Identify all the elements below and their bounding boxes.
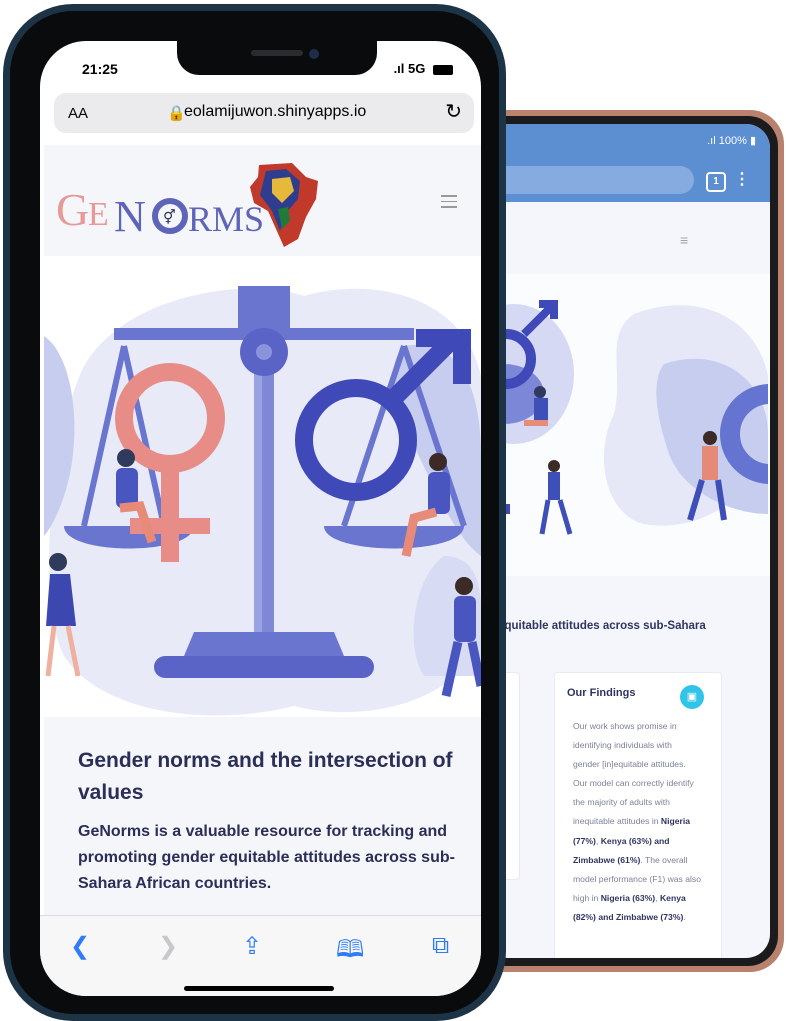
battery-icon	[433, 64, 453, 75]
genorms-logo[interactable]: G E N ⚥ RMS	[54, 159, 324, 249]
hero-illustration	[44, 256, 481, 716]
home-indicator	[184, 986, 334, 991]
android-tab-count[interactable]: 1	[706, 172, 726, 192]
findings-perf-zimbabwe: Zimbabwe (73%)	[616, 911, 684, 922]
findings-and: and	[654, 835, 670, 846]
iphone-notch	[177, 41, 377, 75]
speaker	[251, 50, 303, 56]
text-size-button[interactable]: AA	[68, 105, 88, 122]
findings-body: Our work shows promise in identifying in…	[573, 721, 701, 922]
site-header: G E N ⚥ RMS	[44, 145, 481, 256]
network-label: 5G	[408, 61, 426, 76]
android-status-bar: .ıl 100% ▮	[484, 124, 770, 158]
android-menu-icon[interactable]: ≡	[680, 232, 694, 248]
findings-perf-nigeria: Nigeria (63%)	[600, 892, 656, 903]
svg-text:G: G	[56, 184, 89, 235]
findings-chart-icon: ▣	[680, 685, 704, 709]
findings-card: Our Findings ▣ Our work shows promise in…	[554, 672, 722, 958]
page-heading: Gender norms and the intersection of val…	[78, 749, 453, 804]
svg-text:RMS: RMS	[188, 199, 264, 239]
reload-icon[interactable]: ↻	[445, 99, 462, 124]
android-screen: .ıl 100% ▮ 1 ⋮ ≡ er equitable attitudes …	[484, 124, 770, 958]
safari-address-bar[interactable]: AA 🔒 eolamijuwon.shinyapps.io ↻	[54, 93, 474, 133]
iphone-device: 21:25 .ıl 5G AA 🔒 eolamijuwon.shinyapps.…	[3, 4, 506, 1021]
safari-bottom-toolbar: ❮ ❯ ⇪ 🕮 ⧉	[40, 915, 481, 996]
findings-country-zimbabwe: Zimbabwe (61%)	[573, 854, 641, 865]
url-text[interactable]: eolamijuwon.shinyapps.io	[184, 103, 366, 121]
status-time: 21:25	[82, 61, 118, 77]
intro-lead-text: GeNorms is a valuable resource for track…	[78, 823, 455, 892]
android-hero-art	[484, 274, 770, 535]
android-more-icon[interactable]: ⋮	[734, 170, 750, 190]
back-icon[interactable]: ❮	[70, 932, 90, 961]
findings-perf-and: and	[598, 911, 614, 922]
tabs-icon[interactable]: ⧉	[432, 932, 449, 960]
intro-section: Gender norms and the intersection of val…	[44, 717, 481, 947]
svg-text:N: N	[114, 192, 146, 241]
status-indicators: .ıl 5G	[394, 61, 453, 76]
android-address-field[interactable]	[484, 166, 694, 194]
android-device: .ıl 100% ▮ 1 ⋮ ≡ er equitable attitudes …	[470, 110, 784, 972]
svg-text:⚥: ⚥	[163, 209, 176, 225]
gender-balance-scale-art	[44, 286, 481, 716]
iphone-screen: 21:25 .ıl 5G AA 🔒 eolamijuwon.shinyapps.…	[40, 41, 481, 996]
findings-intro: Our work shows promise in identifying in…	[573, 721, 694, 827]
android-hero-illustration	[484, 274, 770, 576]
android-bezel: .ıl 100% ▮ 1 ⋮ ≡ er equitable attitudes …	[476, 116, 778, 966]
menu-toggle-icon[interactable]	[441, 195, 457, 212]
forward-icon[interactable]: ❯	[158, 932, 178, 961]
svg-text:E: E	[88, 196, 109, 233]
lock-icon: 🔒	[167, 105, 186, 122]
signal-icon: .ıl	[393, 61, 405, 76]
iphone-bezel: 21:25 .ıl 5G AA 🔒 eolamijuwon.shinyapps.…	[10, 11, 499, 1014]
findings-title: Our Findings	[567, 687, 636, 699]
front-camera	[309, 49, 319, 59]
findings-country-kenya: Kenya (63%)	[600, 835, 652, 846]
bookmarks-icon[interactable]: 🕮	[336, 932, 364, 973]
android-partial-heading: er equitable attitudes across sub-Sahara	[484, 620, 706, 632]
android-battery-label: .ıl 100% ▮	[707, 135, 756, 147]
android-url-bar: 1 ⋮	[484, 158, 770, 202]
share-icon[interactable]: ⇪	[242, 932, 262, 961]
